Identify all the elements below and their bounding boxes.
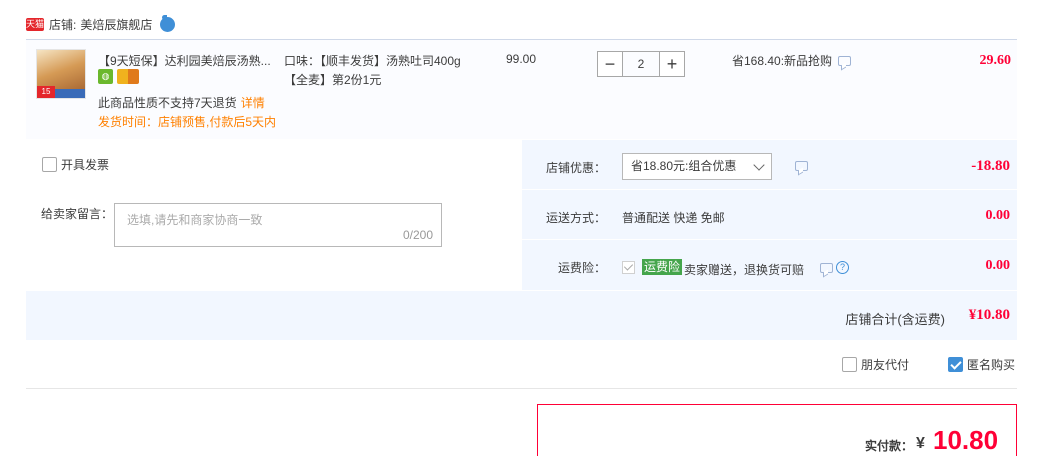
ship-time-notice: 发货时间：店铺预售,付款后5天内 bbox=[98, 115, 277, 129]
quantity-minus-button[interactable]: − bbox=[597, 51, 623, 77]
shop-discount-value: 省18.80元:组合优惠 bbox=[631, 159, 737, 173]
item-promo-text: 省168.40:新品抢购 bbox=[732, 54, 833, 68]
options-right-panel: 店铺优惠： 省18.80元:组合优惠 -18.80 运送方式： 普通配送 快递 … bbox=[522, 140, 1017, 290]
insurance-text: 卖家赠送，退换货可赔 bbox=[684, 263, 805, 277]
insurance-checkbox bbox=[622, 261, 635, 274]
chevron-down-icon bbox=[753, 159, 765, 171]
anonymous-buy-label: 匿名购买 bbox=[967, 358, 1016, 372]
options-left-panel: 开具发票 给卖家留言： 0/200 bbox=[26, 140, 522, 290]
item-promo: 省168.40:新品抢购 bbox=[732, 52, 852, 69]
friend-pay-label: 朋友代付 bbox=[861, 358, 910, 372]
insurance-tag: 运费险 bbox=[642, 259, 683, 275]
message-icon[interactable] bbox=[795, 161, 808, 171]
seller-message-box[interactable]: 0/200 bbox=[114, 203, 442, 247]
shop-total-label: 店铺合计(含运费) bbox=[845, 312, 945, 327]
cart-item-row: 15 【9天短保】达利园美焙辰汤熟... ◍ 此商品性质不支持7天退货 详情 发货… bbox=[26, 39, 1017, 139]
unit-price: 99.00 bbox=[506, 52, 537, 66]
no-return-text: 此商品性质不支持7天退货 bbox=[98, 96, 237, 110]
payment-label: 实付款： bbox=[865, 439, 914, 453]
detail-link[interactable]: 详情 bbox=[241, 96, 265, 110]
shop-discount-row: 店铺优惠： 省18.80元:组合优惠 -18.80 bbox=[522, 140, 1017, 190]
anonymous-buy-option[interactable]: 匿名购买 bbox=[948, 356, 1015, 373]
quantity-stepper: − 2 + bbox=[597, 51, 685, 77]
product-badges: ◍ bbox=[98, 69, 139, 84]
invoice-checkbox[interactable] bbox=[42, 157, 57, 172]
insurance-icons: ? bbox=[814, 261, 849, 274]
shop-label: 店铺: bbox=[49, 17, 77, 32]
message-char-count: 0/200 bbox=[402, 228, 433, 242]
shop-total-row: 店铺合计(含运费) ¥10.80 bbox=[26, 290, 1017, 340]
item-total-price: 29.60 bbox=[979, 53, 1012, 68]
shop-name-link[interactable]: 美焙辰旗舰店 bbox=[80, 16, 152, 33]
product-title-link[interactable]: 【9天短保】达利园美焙辰汤熟... bbox=[98, 52, 278, 69]
shipping-row: 运送方式： 普通配送 快递 免邮 0.00 bbox=[522, 190, 1017, 240]
shop-total-value: ¥10.80 bbox=[968, 307, 1010, 323]
friend-pay-checkbox[interactable] bbox=[842, 357, 857, 372]
thumb-tag: 15 bbox=[37, 86, 55, 98]
product-thumbnail[interactable]: 15 bbox=[36, 49, 86, 99]
thumb-strip bbox=[55, 89, 85, 98]
shipping-label: 运送方式： bbox=[545, 211, 606, 225]
guarantee-icon[interactable]: ◍ bbox=[98, 69, 113, 84]
no-return-notice: 此商品性质不支持7天退货 详情 bbox=[98, 94, 265, 111]
shipping-method: 普通配送 快递 免邮 bbox=[622, 211, 725, 225]
insurance-row: 运费险： 运费险 卖家赠送，退换货可赔 ? 0.00 bbox=[522, 240, 1017, 290]
quantity-plus-button[interactable]: + bbox=[659, 51, 685, 77]
anonymous-buy-checkbox[interactable] bbox=[948, 357, 963, 372]
shop-discount-amount: -18.80 bbox=[971, 158, 1010, 174]
shop-discount-select[interactable]: 省18.80元:组合优惠 bbox=[622, 153, 772, 180]
shop-discount-label: 店铺优惠： bbox=[545, 161, 606, 175]
help-circle-icon[interactable]: ? bbox=[836, 261, 849, 274]
message-icon[interactable] bbox=[838, 55, 852, 66]
insurance-label: 运费险： bbox=[557, 261, 606, 275]
insurance-amount: 0.00 bbox=[985, 258, 1011, 273]
shop-header: 天猫 店铺: 美焙辰旗舰店 bbox=[26, 14, 176, 34]
quantity-input[interactable]: 2 bbox=[623, 51, 659, 77]
seller-message-input[interactable] bbox=[127, 210, 407, 230]
order-options: 开具发票 给卖家留言： 0/200 店铺优惠： 省18.80元:组合优惠 -18… bbox=[26, 140, 1017, 340]
invoice-option[interactable]: 开具发票 bbox=[42, 156, 109, 173]
invoice-label: 开具发票 bbox=[61, 158, 110, 172]
payment-summary: 实付款： ¥ 10.80 bbox=[537, 404, 1017, 456]
tmall-badge-icon: 天猫 bbox=[26, 17, 45, 31]
message-icon[interactable] bbox=[820, 262, 833, 273]
sku-info: 口味：【顺丰发货】汤熟吐司400g【全麦】第2份1元 bbox=[284, 54, 461, 87]
message-label: 给卖家留言： bbox=[41, 207, 114, 221]
extra-options-row: 朋友代付 匿名购买 bbox=[26, 341, 1017, 389]
payment-value: 10.80 bbox=[933, 425, 999, 455]
payment-currency: ¥ bbox=[916, 435, 925, 452]
friend-pay-option[interactable]: 朋友代付 bbox=[842, 356, 909, 373]
credit-card-icon[interactable] bbox=[117, 69, 139, 84]
chat-bubble-icon[interactable] bbox=[160, 14, 176, 32]
shipping-amount: 0.00 bbox=[985, 208, 1011, 223]
